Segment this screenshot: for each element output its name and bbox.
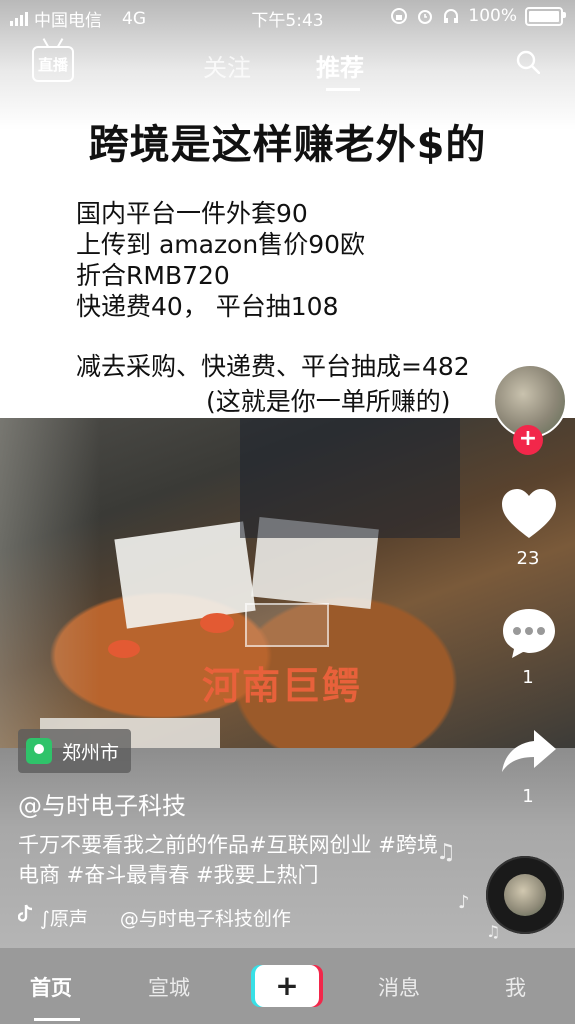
share-icon[interactable] (500, 728, 558, 774)
tiktok-logo-icon (18, 904, 33, 922)
graphic-line: 上传到 amazon售价90欧 (76, 230, 366, 259)
share-count: 1 (522, 786, 534, 807)
graphic-calc-note: (这就是你一单所赚的) (206, 387, 451, 416)
location-label: 郑州市 (62, 741, 120, 764)
headphones-icon (444, 9, 459, 23)
live-label: 直播 (37, 55, 68, 74)
music-disc[interactable] (486, 856, 564, 934)
graphic-line: 国内平台一件外套90 (76, 199, 308, 228)
location-chip[interactable]: 郑州市 (18, 729, 132, 773)
live-button[interactable]: 直播 (32, 46, 74, 82)
graphic-headline: 跨境是这样赚老外$的 (88, 122, 487, 168)
music-source: ∫原声 (40, 908, 88, 930)
music-note-icon: ♫ (486, 922, 501, 941)
tab-recommend[interactable]: 推荐 (316, 48, 364, 83)
music-note-icon: ♫ (436, 840, 456, 865)
follow-button[interactable]: + (513, 425, 543, 455)
person-shirt (240, 418, 460, 538)
alarm-icon (418, 10, 433, 24)
rotation-lock-icon (391, 8, 408, 24)
home-tab-indicator (34, 1018, 80, 1021)
music-note-icon: ♪ (458, 892, 470, 913)
graphic-calc: 减去采购、快递费、平台抽成=482 (76, 352, 470, 381)
active-tab-indicator (326, 88, 360, 91)
graphic-line: 折合RMB720 (76, 261, 230, 290)
music-author: @与时电子科技创作 (119, 908, 291, 930)
create-button[interactable]: + (255, 965, 319, 1007)
status-bar: 中国电信 4G 下午5:43 100% (0, 0, 575, 32)
like-count: 23 (516, 548, 540, 569)
tab-me[interactable]: 我 (505, 972, 526, 1002)
create-plus-label: + (275, 969, 299, 1002)
graphic-lines: 国内平台一件外套90 上传到 amazon售价90欧 折合RMB720 快递费4… (76, 198, 365, 322)
caption: 千万不要看我之前的作品#互联网创业 #跨境电商 #奋斗最青春 #我要上热门 (18, 833, 438, 887)
search-icon[interactable] (516, 50, 540, 74)
video-watermark: 河南巨鳄 (202, 664, 363, 708)
red-seal (108, 640, 140, 658)
heart-icon[interactable] (500, 488, 558, 540)
tab-follow[interactable]: 关注 (203, 48, 251, 83)
comment-icon[interactable] (500, 606, 558, 660)
paper-sheet (114, 521, 256, 629)
comment-count: 1 (522, 667, 534, 688)
screen: 河南巨鳄 中国电信 4G 下午5:43 100% 直播 关注 推荐 跨境是这样赚… (0, 0, 575, 1024)
tab-home[interactable]: 首页 (30, 972, 72, 1002)
tab-city[interactable]: 宣城 (148, 972, 190, 1002)
red-seal (200, 613, 234, 633)
person-arm (0, 418, 100, 748)
graphic-line: 快递费40， 平台抽108 (76, 292, 339, 321)
glass-box (245, 603, 329, 647)
tab-messages[interactable]: 消息 (378, 972, 420, 1002)
location-icon (26, 738, 52, 764)
author-name[interactable]: @与时电子科技 (18, 786, 186, 821)
battery-percent: 100% (468, 6, 517, 26)
battery-icon (525, 6, 566, 26)
music-bar[interactable]: ∫原声 @与时电子科技创作 (18, 904, 420, 931)
